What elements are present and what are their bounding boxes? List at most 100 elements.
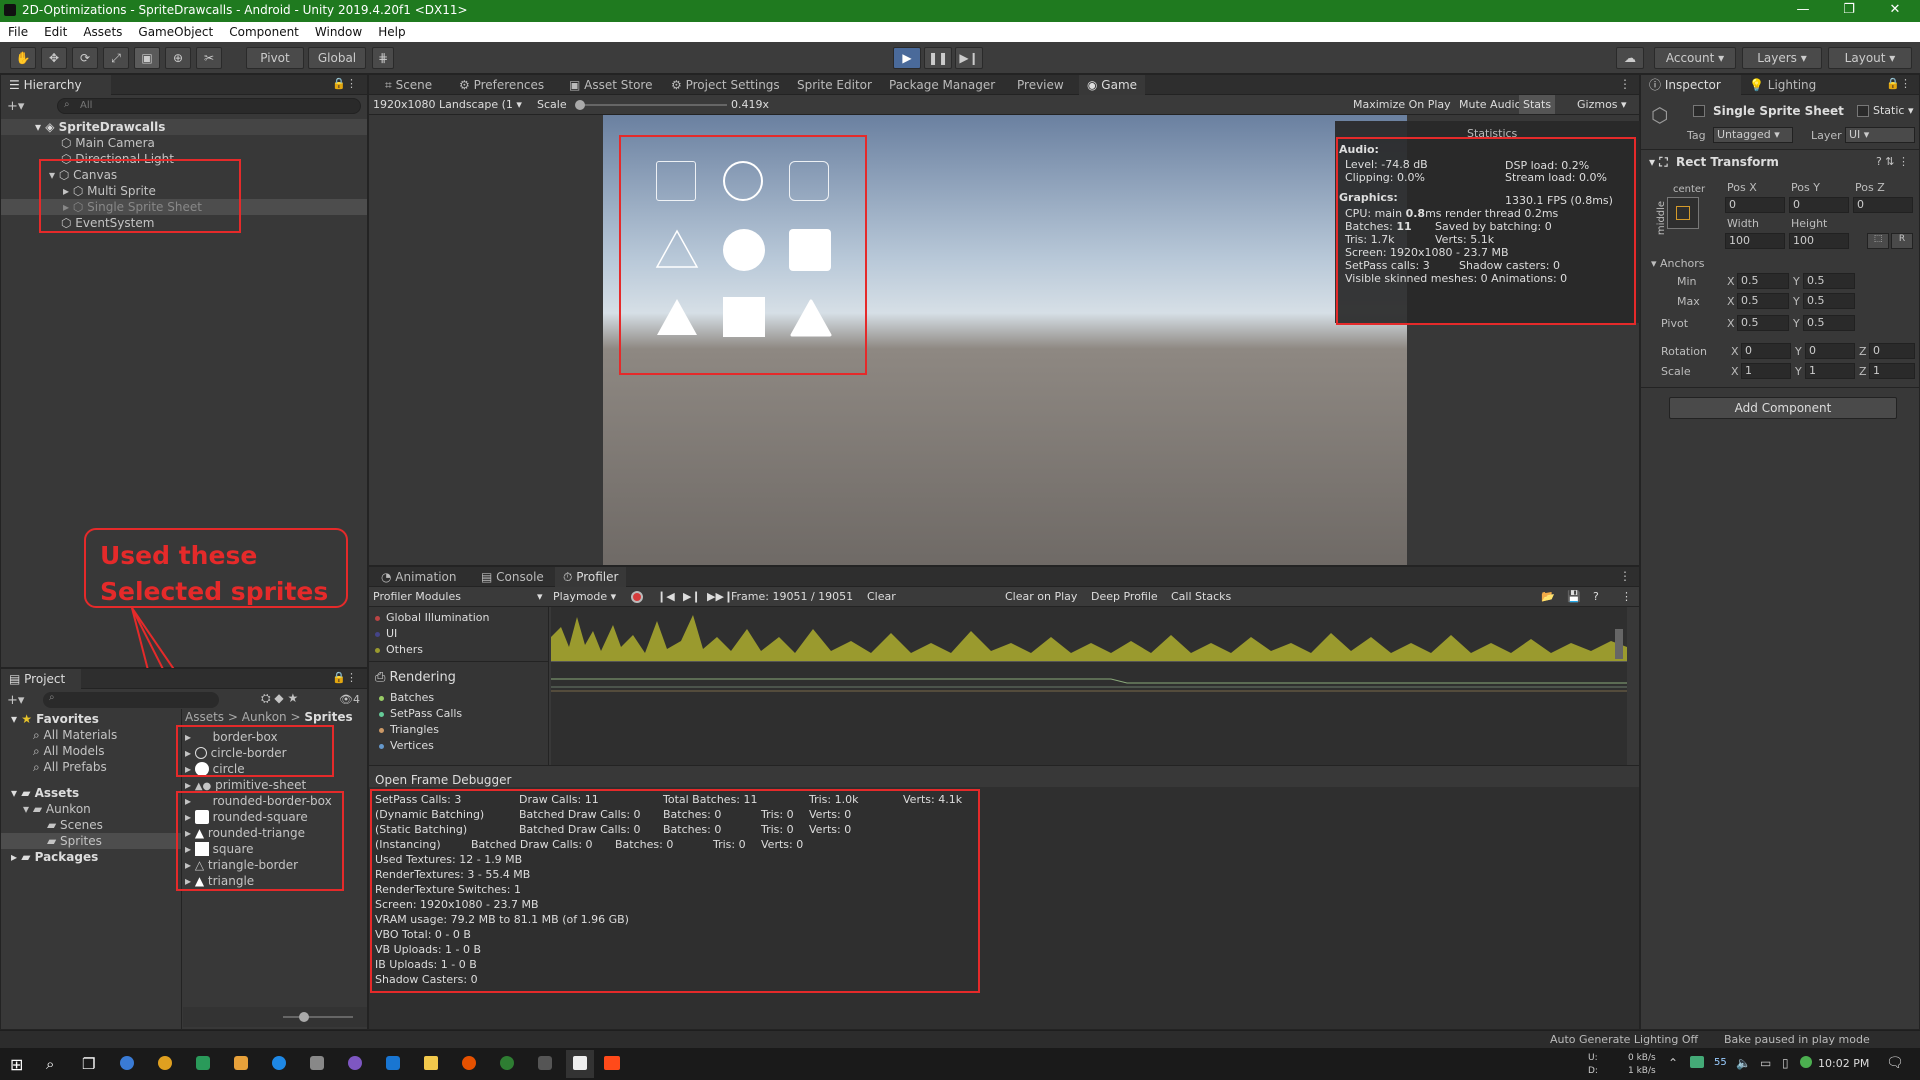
tab-preferences[interactable]: ⚙ Preferences <box>451 75 552 95</box>
scale-tool-icon[interactable]: ⤢ <box>103 47 129 69</box>
anchor-min-y-field[interactable]: 0.5 <box>1803 273 1855 289</box>
fav-all-prefabs[interactable]: ⌕ All Prefabs <box>33 759 107 775</box>
packages-folder[interactable]: ▸ ▰ Packages <box>11 849 98 865</box>
tab-lighting[interactable]: 💡 Lighting <box>1741 75 1824 95</box>
project-lock-icon[interactable]: 🔒⋮ <box>332 671 357 684</box>
anchors-foldout[interactable]: ▾ Anchors <box>1651 257 1705 271</box>
tab-project-settings[interactable]: ⚙ Project Settings <box>663 75 788 95</box>
app-firefox-icon[interactable] <box>462 1056 476 1070</box>
layout-dropdown[interactable]: Layout ▾ <box>1828 47 1912 69</box>
layer-dropdown[interactable]: UI ▾ <box>1845 127 1915 143</box>
rotation-z-field[interactable]: 0 <box>1869 343 1915 359</box>
clear-on-play-toggle[interactable]: Clear on Play <box>1005 590 1077 604</box>
hierarchy-item-main-camera[interactable]: ⬡ Main Camera <box>61 135 155 151</box>
minimize-icon[interactable]: — <box>1780 0 1826 22</box>
tab-hierarchy[interactable]: ☰ Hierarchy <box>1 75 111 95</box>
hand-tool-icon[interactable]: ✋ <box>10 47 36 69</box>
taskbar-search-icon[interactable]: ⌕ <box>46 1055 54 1073</box>
module-global-illumination[interactable]: Global Illumination <box>375 611 489 625</box>
tab-asset-store[interactable]: ▣ Asset Store <box>561 75 661 95</box>
save-icon[interactable]: 💾 <box>1567 590 1581 604</box>
add-component-button[interactable]: Add Component <box>1669 397 1897 419</box>
playmode-dropdown[interactable]: Playmode ▾ <box>553 590 616 604</box>
step-button-icon[interactable]: ▶❙ <box>955 47 983 69</box>
help-icon[interactable]: ? <box>1593 590 1599 604</box>
tab-sprite-editor[interactable]: Sprite Editor <box>789 75 880 95</box>
blueprint-mode-icon[interactable]: ⬚ <box>1867 233 1889 249</box>
app-green-icon[interactable] <box>196 1056 210 1070</box>
module-others[interactable]: Others <box>375 643 423 657</box>
tab-package-manager[interactable]: Package Manager <box>881 75 1003 95</box>
scale-x-field[interactable]: 1 <box>1741 363 1791 379</box>
pivot-x-field[interactable]: 0.5 <box>1737 315 1789 331</box>
rect-tool-icon[interactable]: ▣ <box>134 47 160 69</box>
project-create-icon[interactable]: +▾ <box>7 693 24 708</box>
battery-icon[interactable]: ▯ <box>1782 1056 1789 1070</box>
rendering-module-header[interactable]: ⎙ Rendering <box>375 671 456 685</box>
maximize-on-play-toggle[interactable]: Maximize On Play <box>1353 98 1451 112</box>
scale-z-field[interactable]: 1 <box>1869 363 1915 379</box>
posy-field[interactable]: 0 <box>1789 197 1849 213</box>
component-menu-icons[interactable]: ? ⇅ ⋮ <box>1876 155 1909 168</box>
crumb-aunkon[interactable]: Aunkon <box>242 710 287 724</box>
render-batches[interactable]: Batches <box>379 691 434 705</box>
menu-component[interactable]: Component <box>221 22 307 42</box>
app-maps-icon[interactable] <box>120 1056 134 1070</box>
clear-button[interactable]: Clear <box>867 590 896 604</box>
move-tool-icon[interactable]: ✥ <box>41 47 67 69</box>
clock-time[interactable]: 10:02 PM <box>1818 1057 1869 1071</box>
app-notes-icon[interactable] <box>234 1056 248 1070</box>
app-git-icon[interactable] <box>500 1056 514 1070</box>
app-store-icon[interactable] <box>310 1056 324 1070</box>
tab-preview[interactable]: Preview <box>1009 75 1072 95</box>
pivot-button[interactable]: Pivot <box>246 47 304 69</box>
gizmos-dropdown[interactable]: Gizmos ▾ <box>1577 98 1627 112</box>
folder-sprites[interactable]: ▰ Sprites <box>47 833 102 849</box>
stats-toggle[interactable]: Stats <box>1519 95 1556 114</box>
tab-project[interactable]: ▤ Project <box>1 669 81 689</box>
anchor-max-x-field[interactable]: 0.5 <box>1737 293 1789 309</box>
zoom-slider-track[interactable] <box>283 1016 353 1018</box>
record-icon[interactable] <box>631 591 643 603</box>
load-icon[interactable]: 📂 <box>1541 590 1555 604</box>
tab-game[interactable]: ◉ Game <box>1079 75 1146 95</box>
modules-chevron-icon[interactable]: ▾ <box>537 590 543 604</box>
pause-button-icon[interactable]: ❚❚ <box>924 47 952 69</box>
account-dropdown[interactable]: Account ▾ <box>1654 47 1736 69</box>
open-frame-debugger-button[interactable]: Open Frame Debugger <box>375 773 511 787</box>
menu-help[interactable]: Help <box>370 22 413 42</box>
menu-edit[interactable]: Edit <box>36 22 75 42</box>
fav-all-materials[interactable]: ⌕ All Materials <box>33 727 117 743</box>
tray-chevron-icon[interactable]: ⌃ <box>1668 1056 1678 1070</box>
maximize-icon[interactable]: ❐ <box>1826 0 1872 22</box>
rotation-y-field[interactable]: 0 <box>1805 343 1855 359</box>
game-viewport[interactable] <box>603 115 1407 565</box>
tray-badge[interactable]: 55 <box>1714 1056 1727 1070</box>
profiler-menu-icon[interactable]: ⋮ <box>1621 590 1632 604</box>
notification-icon[interactable]: 🗨 <box>1886 1055 1904 1071</box>
module-ui[interactable]: UI <box>375 627 397 641</box>
static-dropdown[interactable]: Static ▾ <box>1873 104 1913 118</box>
mute-audio-toggle[interactable]: Mute Audio <box>1459 98 1521 112</box>
tag-dropdown[interactable]: Untagged ▾ <box>1713 127 1793 143</box>
resolution-dropdown[interactable]: 1920x1080 Landscape (1 ▾ <box>373 98 522 112</box>
app-explorer-icon[interactable] <box>424 1056 438 1070</box>
zoom-slider-handle[interactable] <box>299 1012 309 1022</box>
app-unity-icon[interactable] <box>573 1056 587 1070</box>
height-field[interactable]: 100 <box>1789 233 1849 249</box>
tray-app-icon[interactable] <box>1690 1056 1704 1068</box>
app-edge-icon[interactable] <box>272 1056 286 1070</box>
network-icon[interactable]: ▭ <box>1760 1056 1771 1070</box>
prev-frame-icon[interactable]: ❙◀ <box>657 590 675 604</box>
cloud-icon[interactable]: ☁ <box>1616 47 1644 69</box>
pivot-y-field[interactable]: 0.5 <box>1803 315 1855 331</box>
auto-lighting-status[interactable]: Auto Generate Lighting Off <box>1550 1033 1698 1047</box>
app-chrome-icon[interactable] <box>158 1056 172 1070</box>
play-button-icon[interactable]: ▶ <box>893 47 921 69</box>
volume-icon[interactable]: 🔈 <box>1736 1056 1751 1070</box>
render-triangles[interactable]: Triangles <box>379 723 439 737</box>
width-field[interactable]: 100 <box>1725 233 1785 249</box>
object-name-field[interactable]: Single Sprite Sheet <box>1713 104 1844 118</box>
custom-tool-icon[interactable]: ✂ <box>196 47 222 69</box>
crumb-sprites[interactable]: Sprites <box>304 710 352 724</box>
